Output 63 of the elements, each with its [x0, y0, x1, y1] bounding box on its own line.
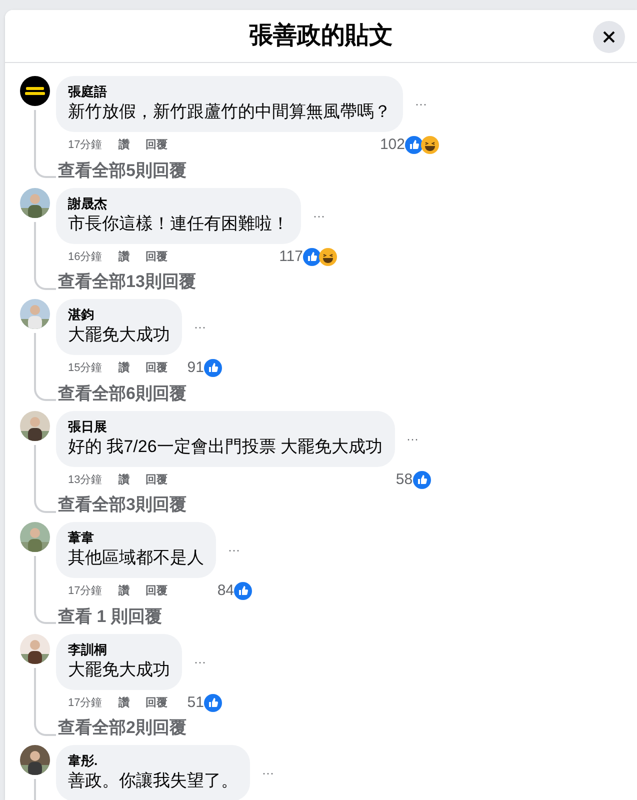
thumbs-up-icon	[303, 248, 321, 266]
like-link[interactable]: 讚	[118, 248, 130, 265]
commenter-name[interactable]: 張庭語	[68, 84, 391, 100]
reaction-count[interactable]: 51	[187, 692, 204, 714]
comment-time[interactable]: 15分鐘	[68, 360, 102, 376]
reply-link[interactable]: 回覆	[145, 248, 168, 265]
more-options-icon[interactable]: ···	[194, 319, 206, 335]
commenter-name[interactable]: 韋彤.	[68, 753, 238, 769]
view-replies-link[interactable]: 查看全部13則回覆	[58, 270, 325, 294]
like-link[interactable]: 讚	[118, 694, 130, 711]
reaction-count[interactable]: 117	[279, 246, 303, 268]
thumbs-up-icon	[204, 359, 222, 378]
reaction-count[interactable]: 84	[217, 580, 234, 602]
comment-text: 好的 我7/26一定會出門投票 大罷免大成功	[68, 436, 383, 458]
like-link[interactable]: 讚	[118, 472, 130, 488]
laughing-face-icon	[421, 136, 439, 154]
comment-time[interactable]: 17分鐘	[68, 694, 102, 711]
commenter-name[interactable]: 謝晟杰	[68, 196, 289, 212]
commenter-name[interactable]: 李訓桐	[68, 642, 170, 658]
reaction-count[interactable]: 102	[380, 134, 405, 156]
comment-text: 善政。你讓我失望了。	[68, 770, 238, 792]
reaction-count[interactable]: 91	[187, 357, 204, 380]
more-options-icon[interactable]: ···	[228, 542, 240, 558]
more-options-icon[interactable]: ···	[406, 430, 419, 446]
comment-text: 市長你這樣！連任有困難啦！	[68, 212, 289, 234]
view-replies-link[interactable]: 查看全部2則回覆	[58, 716, 210, 740]
laughing-face-icon	[319, 248, 337, 266]
comment-time[interactable]: 13分鐘	[68, 472, 102, 488]
like-link[interactable]: 讚	[118, 360, 130, 376]
close-icon	[602, 30, 616, 44]
thumbs-up-icon	[405, 136, 423, 154]
more-options-icon[interactable]: ···	[415, 96, 427, 112]
comment-text: 大罷免大成功	[68, 658, 170, 680]
reply-link[interactable]: 回覆	[145, 583, 168, 600]
thumbs-up-icon	[412, 470, 431, 489]
comment-text: 大罷免大成功	[68, 324, 170, 346]
view-replies-link[interactable]: 查看全部3則回覆	[58, 493, 419, 517]
commenter-name[interactable]: 葦韋	[68, 530, 204, 546]
reply-link[interactable]: 回覆	[145, 360, 168, 376]
commenter-name[interactable]: 湛鈞	[68, 307, 170, 323]
reaction-count[interactable]: 58	[396, 468, 413, 491]
view-replies-link[interactable]: 查看全部5則回覆	[58, 158, 427, 182]
like-link[interactable]: 讚	[118, 137, 130, 154]
comment-time[interactable]: 17分鐘	[68, 137, 102, 154]
more-options-icon[interactable]: ···	[194, 654, 206, 670]
dialog-title: 張善政的貼文	[249, 20, 393, 51]
comment-text: 其他區域都不是人	[68, 547, 204, 569]
more-options-icon[interactable]: ···	[262, 765, 274, 781]
thread-line	[34, 779, 36, 800]
like-link[interactable]: 讚	[118, 583, 130, 600]
comment-text: 新竹放假，新竹跟蘆竹的中間算無風帶嗎？	[68, 101, 391, 123]
reply-link[interactable]: 回覆	[145, 694, 168, 711]
commenter-name[interactable]: 張日展	[68, 418, 383, 434]
reply-link[interactable]: 回覆	[145, 137, 168, 154]
more-options-icon[interactable]: ···	[313, 208, 325, 224]
view-replies-link[interactable]: 查看 1 則回覆	[58, 604, 240, 628]
reply-link[interactable]: 回覆	[145, 472, 168, 488]
thumbs-up-icon	[234, 582, 252, 600]
comment-time[interactable]: 17分鐘	[68, 583, 102, 600]
close-button[interactable]	[593, 21, 625, 53]
view-replies-link[interactable]: 查看全部6則回覆	[58, 382, 210, 406]
thumbs-up-icon	[204, 694, 222, 712]
comment-time[interactable]: 16分鐘	[68, 248, 102, 265]
